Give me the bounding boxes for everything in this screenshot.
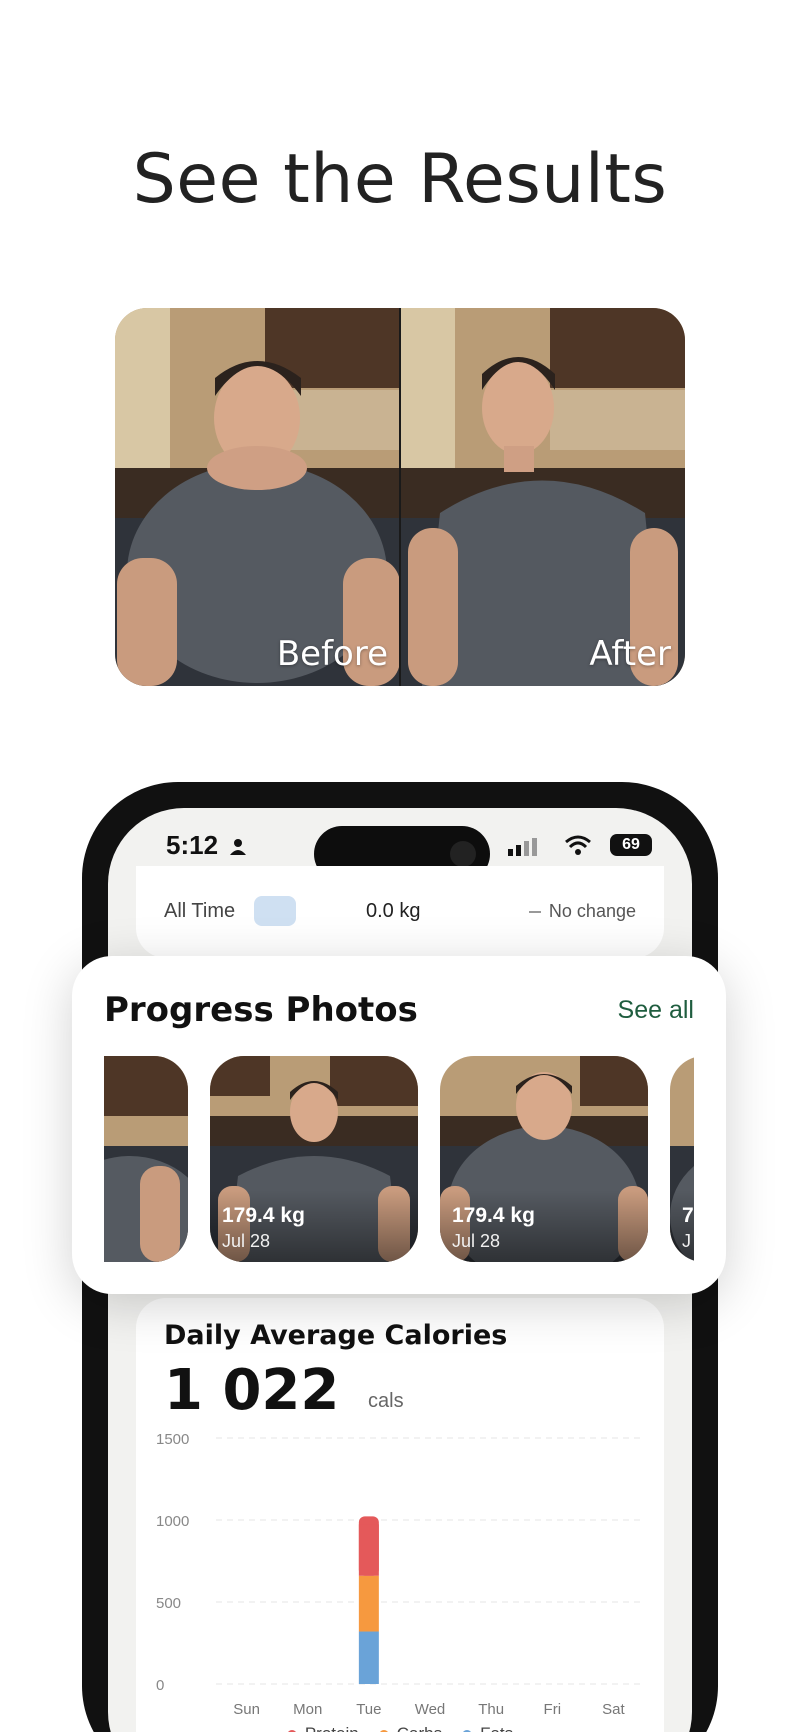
calories-unit: cals: [368, 1390, 404, 1412]
photo-date: Jul 28: [222, 1231, 271, 1251]
photo-weight: 7: [682, 1204, 694, 1227]
progress-photos-title: Progress Photos: [104, 990, 418, 1030]
calories-title: Daily Average Calories: [164, 1320, 508, 1351]
photo-weight: 179.4 kg: [222, 1204, 305, 1227]
before-photo: Before: [115, 308, 400, 686]
bar-segment-fats: [358, 1631, 379, 1684]
progress-photo-1[interactable]: 179.4 kg Jul 28: [210, 1056, 418, 1262]
progress-photos-strip[interactable]: 179.4 kg Jul 28 179.4 kg Jul 28 7 J: [104, 1056, 694, 1262]
progress-photo-image: [104, 1056, 188, 1262]
before-photo-image: [115, 308, 400, 686]
y-tick-label: 1500: [156, 1431, 189, 1448]
legend-label: Carbs: [397, 1724, 442, 1732]
legend-item-fats: Fats: [462, 1724, 513, 1732]
daily-calories-card: Daily Average Calories 1 022 cals 1500 10…: [136, 1298, 664, 1732]
bar-segment-carbs: [358, 1575, 379, 1632]
wifi-icon: [565, 835, 591, 855]
progress-photos-card: Progress Photos See all 179.4 kg Jul 28: [72, 956, 726, 1294]
y-tick-label: 0: [156, 1677, 164, 1694]
status-time: 5:12: [166, 830, 247, 861]
x-tick-label: Tue: [356, 1701, 381, 1718]
before-after-comparison: Before After: [115, 308, 685, 686]
chart-legend: Protein Carbs Fats: [136, 1724, 664, 1732]
photo-date: Jul 28: [452, 1231, 501, 1251]
calories-chart: 1500 1000 500 0 Sun Mon Tue Wed Thu Fri Sat: [156, 1431, 644, 1718]
x-tick-label: Sat: [602, 1701, 625, 1718]
status-time-text: 5:12: [166, 830, 219, 860]
change-status-text: No change: [548, 901, 636, 921]
battery-level: 69: [622, 836, 640, 853]
y-tick-label: 1000: [156, 1513, 189, 1530]
page-headline: See the Results: [132, 140, 668, 219]
legend-label: Fats: [480, 1724, 513, 1732]
bar-segment-protein-body: [358, 1524, 379, 1576]
x-tick-label: Thu: [478, 1701, 504, 1718]
comparison-divider: [399, 308, 401, 686]
x-tick-label: Fri: [544, 1701, 562, 1718]
person-icon: [230, 839, 247, 855]
weight-change-value: 0.0 kg: [366, 900, 421, 922]
change-status: No change: [528, 901, 636, 922]
weight-summary-card: All Time 0.0 kg No change: [136, 866, 664, 958]
progress-photo-partial-right[interactable]: 7 J: [670, 1056, 694, 1262]
calories-value: 1 022: [164, 1358, 340, 1423]
legend-item-protein: Protein: [286, 1724, 359, 1732]
before-label: Before: [276, 634, 388, 674]
range-label: All Time: [164, 900, 236, 922]
after-label: After: [589, 634, 671, 674]
photo-date: J: [682, 1231, 691, 1251]
battery-icon: 69: [610, 834, 652, 856]
camera-icon: [450, 841, 476, 867]
after-photo-image: [400, 308, 685, 686]
cellular-signal-icon: [508, 838, 537, 856]
legend-item-carbs: Carbs: [378, 1724, 442, 1732]
dash-icon: [528, 911, 541, 914]
x-tick-label: Sun: [233, 1701, 260, 1718]
legend-label: Protein: [305, 1724, 359, 1732]
x-tick-label: Wed: [415, 1701, 446, 1718]
photo-weight: 179.4 kg: [452, 1204, 535, 1227]
range-selector-chip[interactable]: [254, 896, 296, 926]
x-tick-label: Mon: [293, 1701, 322, 1718]
progress-photo-partial-left[interactable]: [104, 1056, 188, 1262]
y-tick-label: 500: [156, 1595, 181, 1612]
see-all-link[interactable]: See all: [618, 996, 694, 1025]
after-photo: After: [400, 308, 685, 686]
progress-photo-2[interactable]: 179.4 kg Jul 28: [440, 1056, 648, 1262]
